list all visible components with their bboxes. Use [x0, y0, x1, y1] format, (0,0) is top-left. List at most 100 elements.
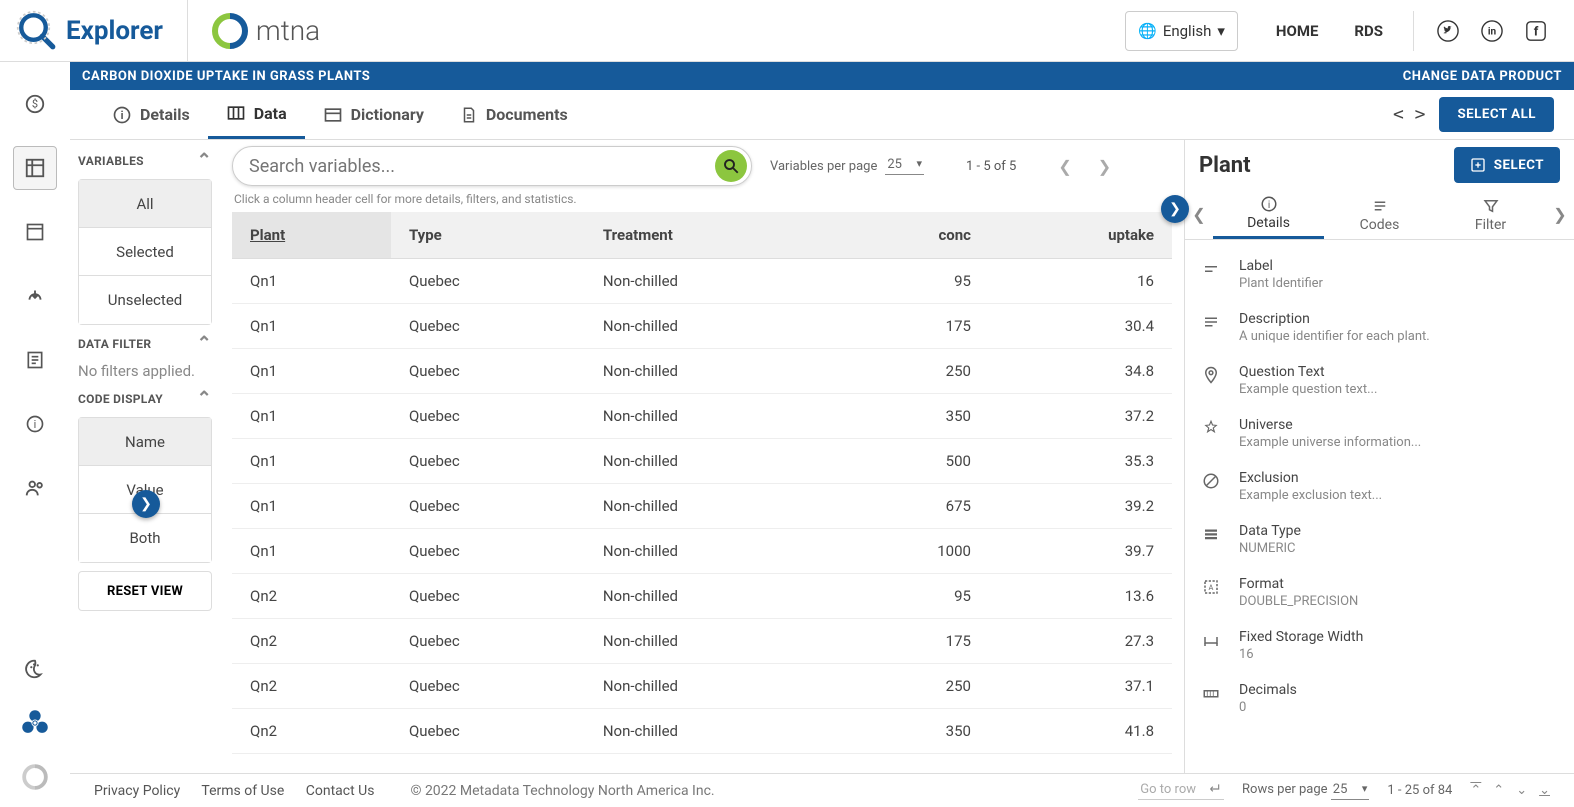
- rp-tab-filter[interactable]: Filter: [1435, 190, 1546, 239]
- rail-item-download[interactable]: [13, 274, 57, 318]
- table-row[interactable]: Qn1QuebecNon-chilled35037.2: [232, 394, 1172, 439]
- detail-icon: [1199, 364, 1223, 384]
- table-row[interactable]: Qn1QuebecNon-chilled25034.8: [232, 349, 1172, 394]
- col-header-plant[interactable]: Plant: [232, 212, 391, 259]
- table-row[interactable]: Qn2QuebecNon-chilled25037.1: [232, 664, 1172, 709]
- facebook-icon[interactable]: f: [1522, 17, 1550, 45]
- reset-view-button[interactable]: RESET VIEW: [78, 571, 212, 611]
- detail-label: Format: [1239, 576, 1358, 592]
- rows-per-page-select[interactable]: 25: [1331, 782, 1370, 800]
- tab-documents[interactable]: Documents: [442, 90, 586, 139]
- tab-data[interactable]: Data: [208, 90, 305, 139]
- detail-icon: [1199, 258, 1223, 278]
- detail-row: ExclusionExample exclusion text...: [1199, 460, 1560, 513]
- footer-terms-link[interactable]: Terms of Use: [201, 783, 284, 799]
- table-row[interactable]: Qn2QuebecNon-chilled9513.6: [232, 574, 1172, 619]
- rp-tab-next[interactable]: ❯: [1546, 190, 1574, 239]
- first-page-icon[interactable]: ⌃: [1470, 783, 1481, 798]
- explorer-logo[interactable]: Explorer: [16, 0, 188, 61]
- detail-icon: [1199, 629, 1223, 649]
- search-box[interactable]: [232, 146, 752, 186]
- rail-item-overview[interactable]: $: [13, 82, 57, 126]
- expand-sidebar-button[interactable]: ❯: [132, 490, 160, 518]
- rows-per-page: Rows per page 25: [1242, 782, 1369, 800]
- col-header-uptake[interactable]: uptake: [989, 212, 1172, 259]
- globe-icon: 🌐: [1138, 22, 1157, 40]
- next-page-icon[interactable]: ⌄: [1516, 783, 1527, 798]
- change-product-link[interactable]: CHANGE DATA PRODUCT: [1403, 69, 1562, 84]
- last-page-icon[interactable]: ⌄: [1539, 783, 1550, 798]
- table-row[interactable]: Qn2QuebecNon-chilled35041.8: [232, 709, 1172, 754]
- tab-dictionary[interactable]: Dictionary: [305, 90, 442, 139]
- code-display-both-button[interactable]: Both: [79, 514, 211, 562]
- rail-item-info[interactable]: i: [13, 402, 57, 446]
- dictionary-icon: [323, 105, 343, 125]
- variables-per-page-select[interactable]: 25: [885, 157, 924, 175]
- rail-item-window[interactable]: [13, 210, 57, 254]
- col-header-type[interactable]: Type: [391, 212, 585, 259]
- rp-tab-prev[interactable]: ❮: [1185, 190, 1213, 239]
- chevron-down-icon: ▾: [1217, 22, 1225, 40]
- svg-text:f: f: [1534, 24, 1539, 39]
- code-toggle-icon[interactable]: < >: [1393, 104, 1426, 125]
- search-input[interactable]: [249, 156, 715, 177]
- table-row[interactable]: Qn1QuebecNon-chilled17530.4: [232, 304, 1172, 349]
- next-page-icon[interactable]: ❯: [1098, 157, 1111, 176]
- svg-text:in: in: [1488, 26, 1497, 37]
- rail-item-settings[interactable]: [13, 701, 57, 745]
- prev-page-icon[interactable]: ⌃: [1493, 783, 1504, 798]
- detail-label: Data Type: [1239, 523, 1301, 539]
- rail-item-data-grid[interactable]: [13, 146, 57, 190]
- detail-value: DOUBLE_PRECISION: [1239, 594, 1358, 609]
- variables-section-header[interactable]: VARIABLES ⌃: [78, 150, 212, 171]
- linkedin-icon[interactable]: in: [1478, 17, 1506, 45]
- detail-row: UniverseExample universe information...: [1199, 407, 1560, 460]
- rp-tab-codes[interactable]: Codes: [1324, 190, 1435, 239]
- rp-tab-details[interactable]: i Details: [1213, 190, 1324, 239]
- detail-value: Plant Identifier: [1239, 276, 1323, 291]
- col-header-treatment[interactable]: Treatment: [585, 212, 833, 259]
- select-all-button[interactable]: SELECT ALL: [1439, 97, 1554, 132]
- detail-row: AFormatDOUBLE_PRECISION: [1199, 566, 1560, 619]
- table-row[interactable]: Qn1QuebecNon-chilled100039.7: [232, 529, 1172, 574]
- filter-icon: [1482, 197, 1500, 215]
- footer-privacy-link[interactable]: Privacy Policy: [94, 783, 180, 799]
- rail-item-users[interactable]: [13, 466, 57, 510]
- mtna-logo[interactable]: mtna: [188, 13, 320, 49]
- detail-label: Description: [1239, 311, 1430, 327]
- goto-row-input[interactable]: Go to row: [1138, 782, 1224, 800]
- explorer-brand-text: Explorer: [66, 16, 163, 46]
- rail-item-sync[interactable]: [13, 755, 57, 799]
- table-hint: Click a column header cell for more deta…: [234, 192, 1170, 206]
- left-rail: $ i: [0, 62, 70, 807]
- chevron-up-icon: ⌃: [197, 333, 212, 354]
- footer-copyright: © 2022 Metadata Technology North America…: [410, 783, 714, 799]
- rail-item-theme[interactable]: [13, 647, 57, 691]
- table-row[interactable]: Qn2QuebecNon-chilled17527.3: [232, 619, 1172, 664]
- table-row[interactable]: Qn1QuebecNon-chilled9516: [232, 259, 1172, 304]
- data-filter-empty-text: No filters applied.: [78, 362, 212, 380]
- prev-page-icon[interactable]: ❮: [1058, 157, 1071, 176]
- table-row[interactable]: Qn1QuebecNon-chilled67539.2: [232, 484, 1172, 529]
- twitter-icon[interactable]: [1434, 17, 1462, 45]
- nav-rds[interactable]: RDS: [1354, 22, 1383, 40]
- select-variable-button[interactable]: SELECT: [1454, 147, 1560, 183]
- table-row[interactable]: Qn1QuebecNon-chilled50035.3: [232, 439, 1172, 484]
- rail-item-document[interactable]: [13, 338, 57, 382]
- filter-unselected-button[interactable]: Unselected: [79, 276, 211, 324]
- code-display-section-header[interactable]: CODE DISPLAY ⌃: [78, 388, 212, 409]
- tab-details[interactable]: i Details: [94, 90, 208, 139]
- code-display-name-button[interactable]: Name: [79, 418, 211, 466]
- nav-home[interactable]: HOME: [1276, 22, 1319, 40]
- footer-contact-link[interactable]: Contact Us: [306, 783, 375, 799]
- search-icon[interactable]: [715, 150, 747, 182]
- magnifier-gear-icon: [16, 10, 58, 52]
- svg-text:i: i: [34, 418, 37, 431]
- collapse-right-panel-button[interactable]: ❯: [1161, 195, 1189, 223]
- filter-selected-button[interactable]: Selected: [79, 228, 211, 276]
- data-filter-section-header[interactable]: DATA FILTER ⌃: [78, 333, 212, 354]
- language-selector[interactable]: 🌐 English ▾: [1125, 11, 1238, 51]
- detail-icon: [1199, 682, 1223, 702]
- filter-all-button[interactable]: All: [79, 180, 211, 228]
- col-header-conc[interactable]: conc: [833, 212, 989, 259]
